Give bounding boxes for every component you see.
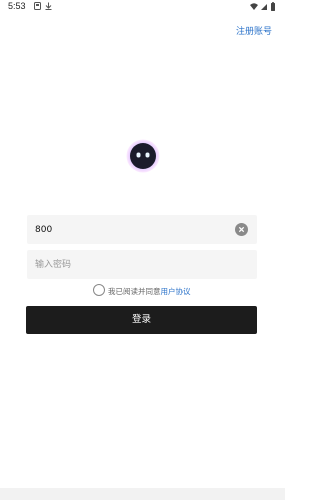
register-account-link[interactable]: 注册账号 xyxy=(236,24,272,37)
navigation-bar xyxy=(0,488,285,500)
clear-icon[interactable] xyxy=(235,223,248,236)
status-time: 5:53 xyxy=(8,1,26,11)
notification-icon xyxy=(34,2,41,10)
account-input[interactable] xyxy=(35,215,230,244)
signal-battery-icon xyxy=(250,2,275,11)
app-logo xyxy=(126,139,160,173)
agreement-text: 我已阅读并同意用户协议 xyxy=(108,286,191,297)
password-input[interactable] xyxy=(35,250,230,279)
agree-checkbox[interactable] xyxy=(93,284,105,296)
agreement-label: 我已阅读并同意 xyxy=(108,287,161,296)
login-button[interactable]: 登录 xyxy=(26,306,257,334)
password-field[interactable] xyxy=(27,250,257,279)
user-agreement-link[interactable]: 用户协议 xyxy=(161,287,191,296)
status-bar: 5:53 xyxy=(0,0,285,14)
account-field[interactable] xyxy=(27,215,257,244)
download-icon xyxy=(45,2,52,10)
